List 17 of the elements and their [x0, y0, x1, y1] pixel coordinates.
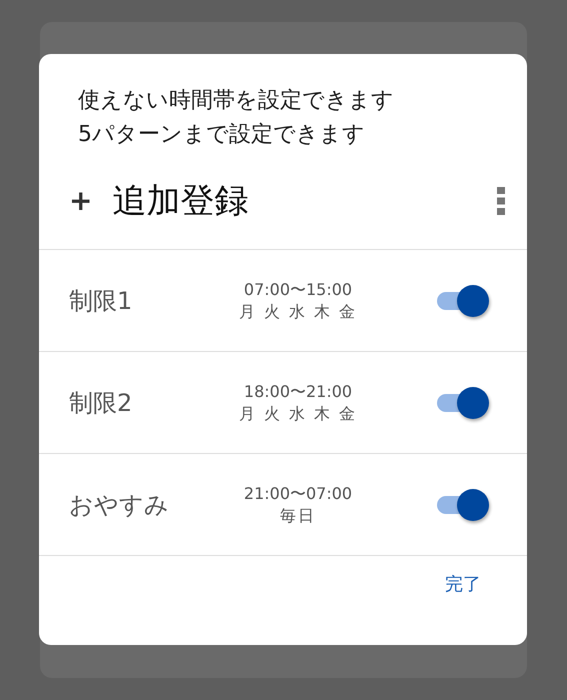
weekdays: 月 火 水 木 金 [238, 402, 358, 424]
toggle-switch[interactable] [437, 284, 489, 316]
more-menu-icon[interactable] [497, 186, 505, 214]
description-text: 使えない時間帯を設定できます [78, 87, 395, 115]
restriction-name: おやすみ [69, 490, 170, 520]
restriction-name: 制限1 [69, 286, 134, 316]
description-text: 5パターンまで設定できます [78, 121, 366, 149]
weekdays: 月 火 水 木 金 [238, 300, 358, 322]
add-button[interactable]: + 追加登録 [69, 178, 248, 224]
time-range: 18:00〜21:00 [244, 380, 352, 402]
restriction-name: 制限2 [69, 388, 134, 418]
time-range: 07:00〜15:00 [244, 278, 352, 300]
weekdays: 毎日 [280, 504, 316, 526]
toggle-switch[interactable] [437, 386, 489, 418]
done-button[interactable]: 完了 [437, 566, 489, 602]
time-range: 21:00〜07:00 [244, 482, 352, 504]
toggle-switch[interactable] [437, 488, 489, 520]
